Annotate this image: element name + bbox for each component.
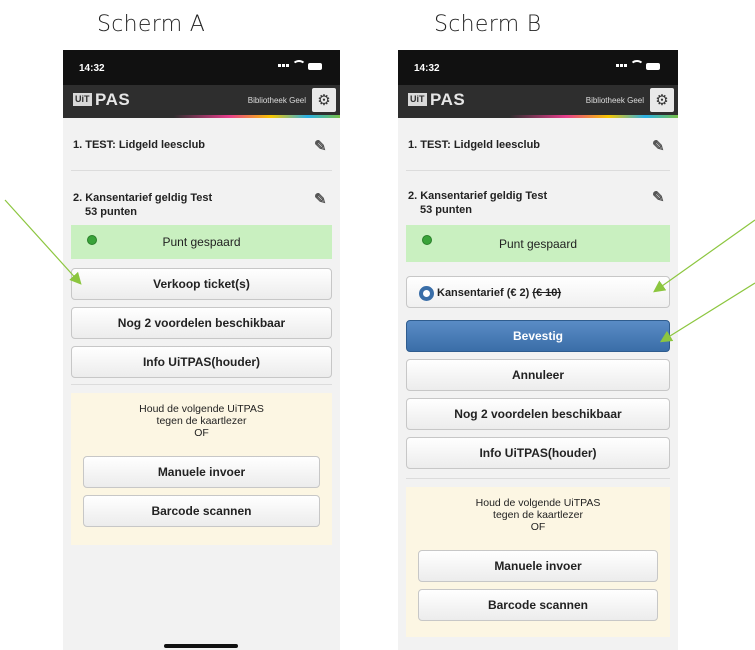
arrow-to-sell-ticket <box>4 199 82 285</box>
arrow-to-tariff-option <box>653 219 755 293</box>
arrow-to-confirm <box>659 282 755 343</box>
annotation-arrows <box>4 199 755 343</box>
